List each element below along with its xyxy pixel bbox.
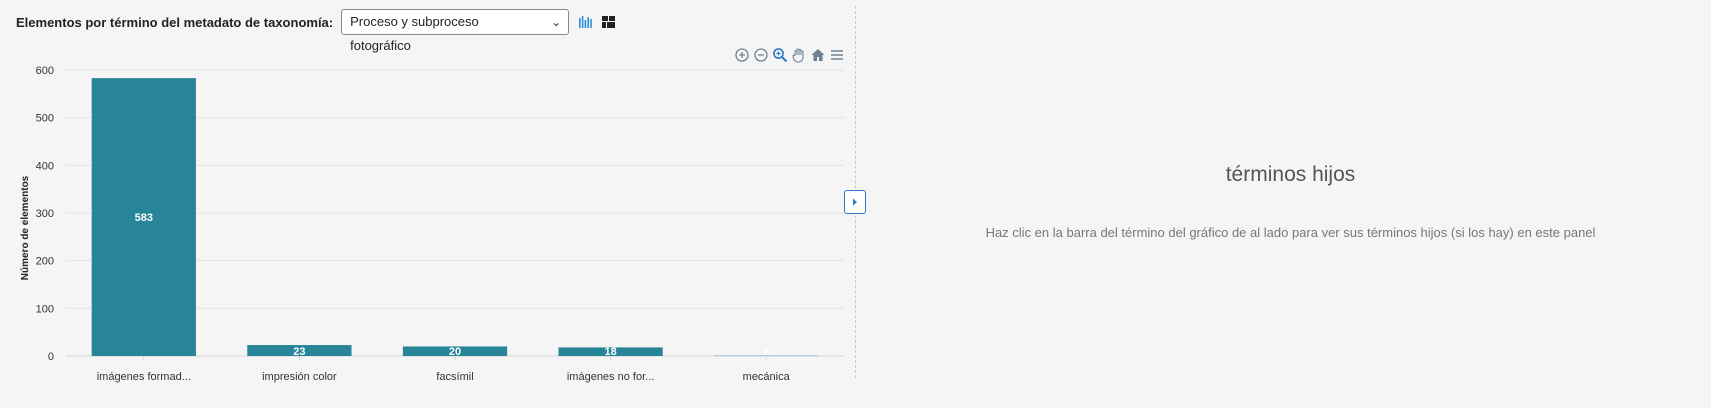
x-tick-label: impresión color bbox=[262, 371, 337, 383]
y-axis-label: Número de elementos bbox=[20, 175, 31, 280]
y-tick-label: 600 bbox=[36, 65, 54, 77]
caret-right-icon bbox=[853, 198, 857, 206]
y-tick-label: 500 bbox=[36, 113, 54, 125]
panel-toggle-button[interactable] bbox=[844, 190, 866, 214]
x-tick-label: mecánica bbox=[743, 371, 791, 383]
bar-chart: 0 100 200 300 400 500 600 Número de elementos 58… bbox=[0, 0, 850, 408]
chart-canvas: 0 100 200 300 400 500 600 Número de elementos 58… bbox=[20, 65, 844, 383]
y-tick-label: 300 bbox=[36, 208, 54, 220]
child-terms-title: términos hijos bbox=[1225, 163, 1356, 186]
y-tick-label: 400 bbox=[36, 160, 54, 172]
child-terms-hint: Haz clic en la barra del término del grá… bbox=[985, 225, 1596, 240]
x-tick-label: imágenes formad... bbox=[97, 371, 191, 383]
y-tick-label: 0 bbox=[48, 351, 54, 363]
x-tick-label: facsímil bbox=[436, 371, 473, 383]
y-tick-label: 200 bbox=[36, 256, 54, 268]
y-tick-label: 100 bbox=[36, 303, 54, 315]
x-tick-label: imágenes no for... bbox=[567, 371, 654, 383]
data-label: 583 bbox=[135, 212, 153, 224]
